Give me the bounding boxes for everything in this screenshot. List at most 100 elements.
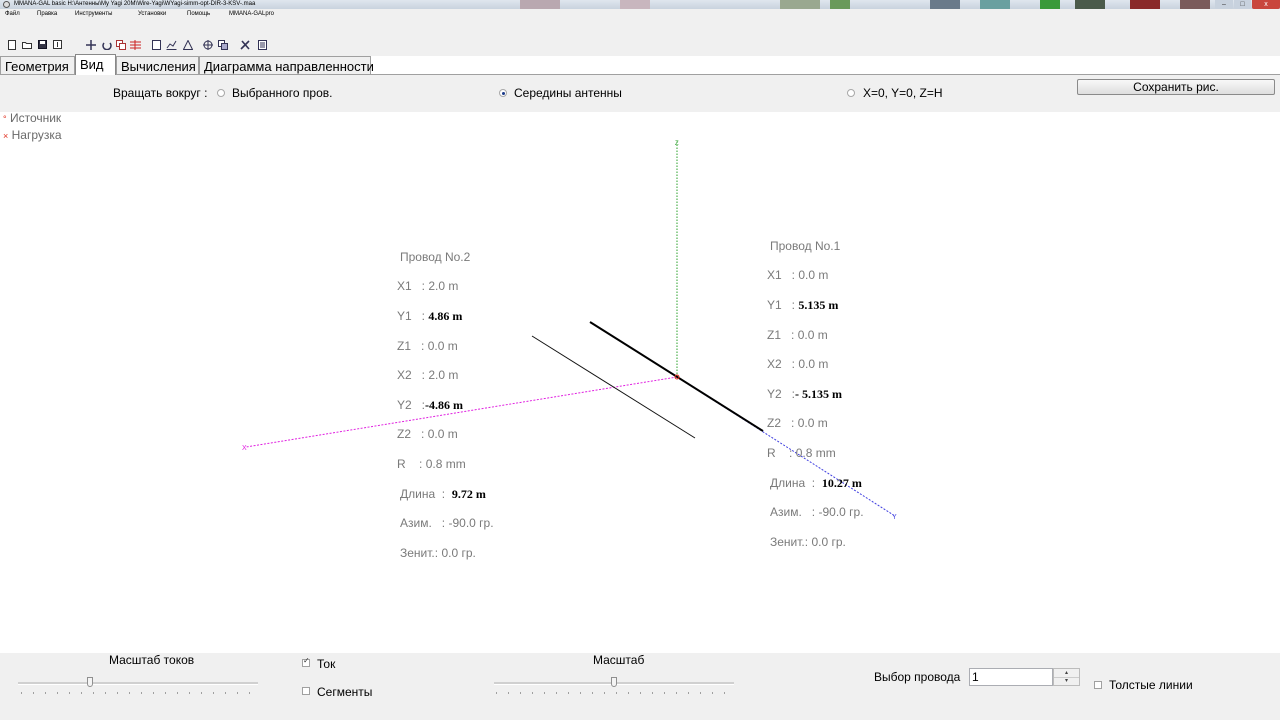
new-icon[interactable]	[8, 40, 16, 50]
info-icon[interactable]	[53, 40, 62, 49]
save-picture-button[interactable]: Сохранить рис.	[1077, 79, 1275, 95]
wire-2[interactable]	[531, 335, 696, 439]
thick-lines-label[interactable]: Толстые линии	[1109, 678, 1193, 692]
wire-1-z1: Z1 : 0.0 m	[767, 327, 828, 342]
wire-1-y2: Y2 :- 5.135 m	[767, 386, 843, 401]
wire-1-z2: Z2 : 0.0 m	[767, 416, 828, 431]
z-axis-label: Z	[675, 141, 679, 147]
wire-2-x2: X2 : 2.0 m	[397, 368, 459, 383]
radio-center-label[interactable]: Середины антенны	[514, 86, 622, 100]
background-blur	[930, 0, 960, 9]
current-scale-label: Масштаб токов	[109, 653, 195, 667]
background-blur	[620, 0, 650, 9]
wire-1[interactable]	[589, 321, 764, 432]
wire-1-zenith: Зенит.: 0.0 гр.	[770, 534, 846, 549]
wire-1-x1: X1 : 0.0 m	[767, 268, 829, 283]
radio-center[interactable]	[499, 89, 507, 97]
tab-view[interactable]: Вид	[75, 54, 116, 75]
open-icon[interactable]	[22, 41, 32, 49]
background-blur	[1075, 0, 1105, 9]
move-icon[interactable]	[86, 40, 96, 50]
segments-checkbox[interactable]	[302, 687, 310, 695]
close-button[interactable]: x	[1252, 0, 1280, 9]
wire-2-y1: Y1 : 4.86 m	[397, 308, 463, 323]
save-icon[interactable]	[38, 40, 47, 49]
target-icon[interactable]	[203, 40, 213, 50]
menu-help[interactable]: Помощь	[187, 9, 210, 19]
segments-checkbox-label[interactable]: Сегменты	[317, 685, 372, 699]
background-blur	[980, 0, 1010, 9]
wire-2-info: Провод No.2 X1 : 2.0 m Y1 : 4.86 m Z1 : …	[397, 235, 494, 575]
lines-icon[interactable]	[130, 40, 141, 50]
wire-1-y1: Y1 : 5.135 m	[767, 297, 839, 312]
menu-bar: Файл Правка Инструменты Установки Помощь…	[0, 9, 1280, 19]
menu-pro[interactable]: MMANA-GALpro	[229, 9, 274, 19]
radio-selected-wire[interactable]	[217, 89, 225, 97]
menu-edit[interactable]: Правка	[37, 9, 57, 19]
wire-1-r: R : 0.8 mm	[767, 445, 836, 460]
menu-file[interactable]: Файл	[5, 9, 20, 19]
radio-origin[interactable]	[847, 89, 855, 97]
radio-selected-wire-label[interactable]: Выбранного пров.	[232, 86, 332, 100]
tools-icon[interactable]	[240, 40, 251, 50]
spin-down-icon[interactable]: ▾	[1054, 677, 1079, 685]
wire-2-r: R : 0.8 mm	[397, 456, 466, 471]
copy2-icon[interactable]	[218, 40, 228, 50]
scale-label: Масштаб	[593, 653, 645, 667]
current-scale-ticks	[21, 692, 257, 694]
load-legend-icon: ×	[3, 131, 9, 141]
wire-1-x2: X2 : 0.0 m	[767, 357, 829, 372]
window-title: MMANA-GAL basic H:\Антенны\My Yagi 20M\W…	[14, 1, 256, 7]
calc-icon[interactable]	[258, 40, 267, 50]
wire-2-zenith: Зенит.: 0.0 гр.	[400, 545, 476, 560]
copy-icon[interactable]	[116, 40, 126, 50]
wire-2-x1: X1 : 2.0 m	[397, 279, 459, 294]
x-axis-label: X	[242, 445, 247, 452]
wire-2-header: Провод No.2	[400, 249, 471, 264]
background-blur	[520, 0, 560, 9]
antenna-view-canvas[interactable]: Z X Y	[0, 112, 1280, 653]
wire-select-input[interactable]: 1	[969, 668, 1053, 686]
background-blur	[830, 0, 850, 9]
title-bar: MMANA-GAL basic H:\Антенны\My Yagi 20M\W…	[0, 0, 1280, 9]
current-scale-thumb[interactable]	[87, 677, 93, 687]
wire-2-azimuth: Азим. : -90.0 гр.	[400, 516, 494, 531]
menu-tools[interactable]: Инструменты	[75, 9, 112, 19]
scale-ticks	[496, 692, 732, 694]
wire-select-spinner[interactable]: ▴ ▾	[1053, 668, 1080, 686]
menu-settings[interactable]: Установки	[138, 9, 166, 19]
wire-1-azimuth: Азим. : -90.0 гр.	[770, 505, 864, 520]
page-icon[interactable]	[152, 40, 161, 50]
rotate-icon[interactable]	[102, 40, 112, 50]
tab-geometry[interactable]: Геометрия	[0, 56, 75, 75]
radio-origin-label[interactable]: X=0, Y=0, Z=H	[863, 86, 943, 100]
wire-2-z2: Z2 : 0.0 m	[397, 427, 458, 442]
background-blur	[1130, 0, 1160, 9]
chart-icon[interactable]	[166, 40, 177, 50]
thick-lines-checkbox[interactable]	[1094, 681, 1102, 689]
wire-2-z1: Z1 : 0.0 m	[397, 338, 458, 353]
legend-load: × Нагрузка	[3, 128, 62, 142]
tab-calculations[interactable]: Вычисления	[116, 56, 199, 75]
background-blur	[1040, 0, 1060, 9]
current-scale-track[interactable]	[18, 682, 258, 685]
app-icon	[3, 1, 10, 8]
toolbar	[0, 19, 1280, 56]
background-blur	[780, 0, 820, 9]
scale-thumb[interactable]	[611, 677, 617, 687]
wire-1-length: Длина : 10.27 m	[770, 475, 862, 490]
background-blur	[1180, 0, 1210, 9]
y-axis-label: Y	[892, 514, 897, 521]
wire-1-info: Провод No.1 X1 : 0.0 m Y1 : 5.135 m Z1 :…	[767, 224, 864, 564]
rotate-around-label: Вращать вокруг :	[113, 86, 208, 100]
legend-source: ° Источник	[3, 111, 62, 125]
wire-2-y2: Y2 :-4.86 m	[397, 397, 464, 412]
current-checkbox-label[interactable]: Ток	[317, 657, 335, 671]
current-checkbox[interactable]: ✓	[302, 656, 310, 667]
source-legend-icon: °	[3, 114, 7, 124]
wire-select-label: Выбор провода	[874, 670, 961, 684]
minimize-button[interactable]: –	[1215, 0, 1233, 9]
maximize-button[interactable]: □	[1234, 0, 1251, 9]
tab-pattern[interactable]: Диаграмма направленности	[199, 56, 374, 75]
triangle-icon[interactable]	[183, 40, 193, 50]
